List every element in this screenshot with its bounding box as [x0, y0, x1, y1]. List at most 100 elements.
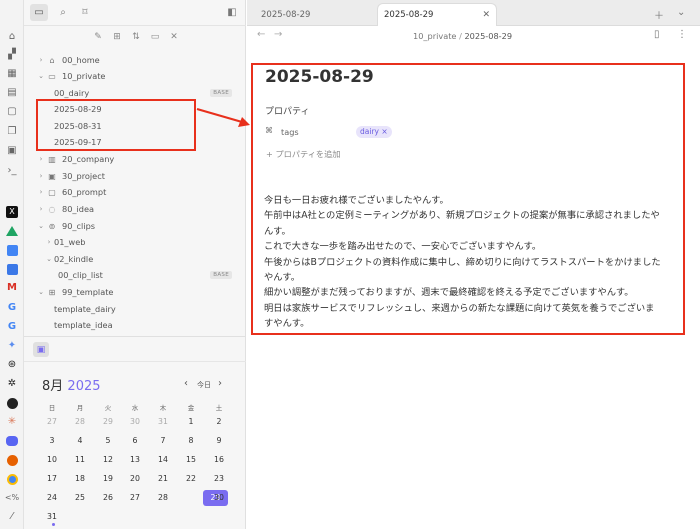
- tree-item[interactable]: › ◌ 80_idea: [38, 201, 238, 217]
- chevron-down-icon[interactable]: ⌄: [36, 72, 46, 80]
- calendar-day[interactable]: 15: [177, 452, 205, 468]
- drive-icon[interactable]: [5, 224, 19, 238]
- tag-remove-icon[interactable]: ×: [381, 127, 387, 136]
- reveal-icon[interactable]: ▭: [148, 30, 162, 44]
- calendar-day[interactable]: 23: [205, 471, 233, 487]
- note-body[interactable]: 今日も一日お疲れ様でございましたやんす。 午前中はA社との定例ミーティングがあり、…: [264, 193, 684, 332]
- chevron-down-icon[interactable]: ⌄: [677, 7, 685, 18]
- calendar-day[interactable]: 29: [94, 414, 122, 430]
- docs-icon[interactable]: [5, 262, 19, 276]
- chevron-down-icon[interactable]: ⌄: [36, 222, 46, 230]
- magic-wand-icon[interactable]: ⁄: [5, 510, 19, 524]
- tab-note-2-active[interactable]: 2025-08-29 ✕: [377, 3, 497, 26]
- collapse-all-icon[interactable]: ✕: [167, 30, 181, 44]
- calendar-day[interactable]: 14: [149, 452, 177, 468]
- folder-icon[interactable]: ▭: [30, 4, 48, 21]
- copy-icon[interactable]: ❐: [5, 125, 19, 139]
- tree-item[interactable]: ⌄ ▭ 10_private: [38, 68, 238, 84]
- tree-item[interactable]: › ▢ 60_prompt: [38, 184, 238, 200]
- layout-icon[interactable]: ▦: [5, 67, 19, 81]
- breadcrumb-folder[interactable]: 10_private: [413, 31, 456, 41]
- chevron-right-icon[interactable]: ›: [36, 205, 46, 213]
- calendar-icon[interactable]: ▣: [5, 144, 19, 158]
- calendar-day[interactable]: 31: [149, 414, 177, 430]
- docs-icon[interactable]: [5, 243, 19, 257]
- calendar-day[interactable]: 25: [66, 490, 94, 506]
- calendar-day[interactable]: 27: [38, 414, 66, 430]
- calendar-day[interactable]: 21: [149, 471, 177, 487]
- property-key-tags[interactable]: tags: [281, 127, 299, 137]
- discord-icon[interactable]: [5, 434, 19, 448]
- calendar-day[interactable]: 9: [205, 433, 233, 449]
- calendar-day[interactable]: 17: [38, 471, 66, 487]
- calendar-day[interactable]: 16: [205, 452, 233, 468]
- calendar-tab-icon[interactable]: ▣: [33, 342, 49, 357]
- calendar-day[interactable]: 28: [66, 414, 94, 430]
- new-folder-icon[interactable]: ⊞: [110, 30, 124, 44]
- chevron-down-icon[interactable]: ⌄: [36, 288, 46, 296]
- chevron-right-icon[interactable]: ›: [36, 172, 46, 180]
- tree-item[interactable]: › ▣ 30_project: [38, 168, 238, 184]
- calendar-day[interactable]: 22: [177, 471, 205, 487]
- perplexity-icon[interactable]: ✲: [5, 377, 19, 391]
- calendar-day[interactable]: 28: [149, 490, 177, 506]
- bookmark-icon[interactable]: ⌑: [76, 4, 94, 21]
- calendar-day[interactable]: 3: [38, 433, 66, 449]
- calendar-day[interactable]: 4: [66, 433, 94, 449]
- calendar-day[interactable]: 11: [66, 452, 94, 468]
- calendar-day[interactable]: 6: [121, 433, 149, 449]
- chevron-right-icon[interactable]: ›: [36, 56, 46, 64]
- calendar-day[interactable]: 8: [177, 433, 205, 449]
- properties-heading[interactable]: プロパティ: [265, 104, 309, 117]
- terminal-icon[interactable]: ›_: [5, 164, 19, 178]
- chevron-down-icon[interactable]: ⌄: [44, 255, 54, 263]
- calendar-day[interactable]: 7: [149, 433, 177, 449]
- chevron-right-icon[interactable]: ›: [44, 238, 54, 246]
- calendar-day[interactable]: 26: [94, 490, 122, 506]
- tree-item[interactable]: › ⌂ 00_home: [38, 52, 238, 68]
- tree-item[interactable]: ⌄ ⊚ 90_clips: [38, 218, 238, 234]
- graph-icon[interactable]: ▞: [5, 48, 19, 62]
- google-icon[interactable]: G: [5, 301, 19, 315]
- note-title[interactable]: 2025-08-29: [265, 67, 374, 87]
- next-month-icon[interactable]: ›: [218, 378, 222, 389]
- tree-item[interactable]: › 01_web: [38, 234, 238, 250]
- chevron-right-icon[interactable]: ›: [36, 155, 46, 163]
- today-button[interactable]: 今日: [197, 380, 211, 390]
- fox-icon[interactable]: [5, 453, 19, 467]
- calendar-day[interactable]: 24: [38, 490, 66, 506]
- percent-code-icon[interactable]: <%: [5, 491, 19, 505]
- back-arrow-icon[interactable]: ←: [257, 29, 265, 40]
- gemini-icon[interactable]: ✦: [5, 339, 19, 353]
- google-icon[interactable]: G: [5, 320, 19, 334]
- dark-face-icon[interactable]: [5, 396, 19, 410]
- new-tab-icon[interactable]: ＋: [654, 7, 664, 22]
- tag-pill[interactable]: dairy ×: [356, 126, 392, 138]
- tree-item[interactable]: 00_clip_list BASE: [38, 267, 238, 283]
- calendar-day[interactable]: 13: [121, 452, 149, 468]
- sort-icon[interactable]: ⇅: [129, 30, 143, 44]
- calendar-day[interactable]: 20: [121, 471, 149, 487]
- search-icon[interactable]: ⌕: [54, 4, 72, 21]
- close-icon[interactable]: ✕: [482, 10, 490, 20]
- chatgpt-icon[interactable]: ⊛: [5, 358, 19, 372]
- calendar-day[interactable]: 2: [205, 414, 233, 430]
- tab-note-1[interactable]: 2025-08-29: [261, 3, 371, 26]
- prev-month-icon[interactable]: ‹: [184, 378, 188, 389]
- new-note-icon[interactable]: ✎: [91, 30, 105, 44]
- calendar-day[interactable]: 5: [94, 433, 122, 449]
- breadcrumb-file[interactable]: 2025-08-29: [464, 31, 512, 41]
- calendar-day[interactable]: 12: [94, 452, 122, 468]
- calendar-day[interactable]: 30: [205, 490, 233, 506]
- template-icon[interactable]: ▤: [5, 86, 19, 100]
- chevron-right-icon[interactable]: ›: [36, 188, 46, 196]
- calendar-day[interactable]: 10: [38, 452, 66, 468]
- calendar-day[interactable]: 19: [94, 471, 122, 487]
- home-icon[interactable]: ⌂: [5, 30, 19, 44]
- add-property-button[interactable]: + プロパティを追加: [266, 148, 340, 160]
- tree-item[interactable]: template_dairy: [38, 301, 238, 317]
- forward-arrow-icon[interactable]: →: [274, 29, 282, 40]
- more-options-icon[interactable]: ⋮: [677, 29, 687, 40]
- tree-item[interactable]: ⌄ 02_kindle: [38, 251, 238, 267]
- calendar-day[interactable]: 1: [177, 414, 205, 430]
